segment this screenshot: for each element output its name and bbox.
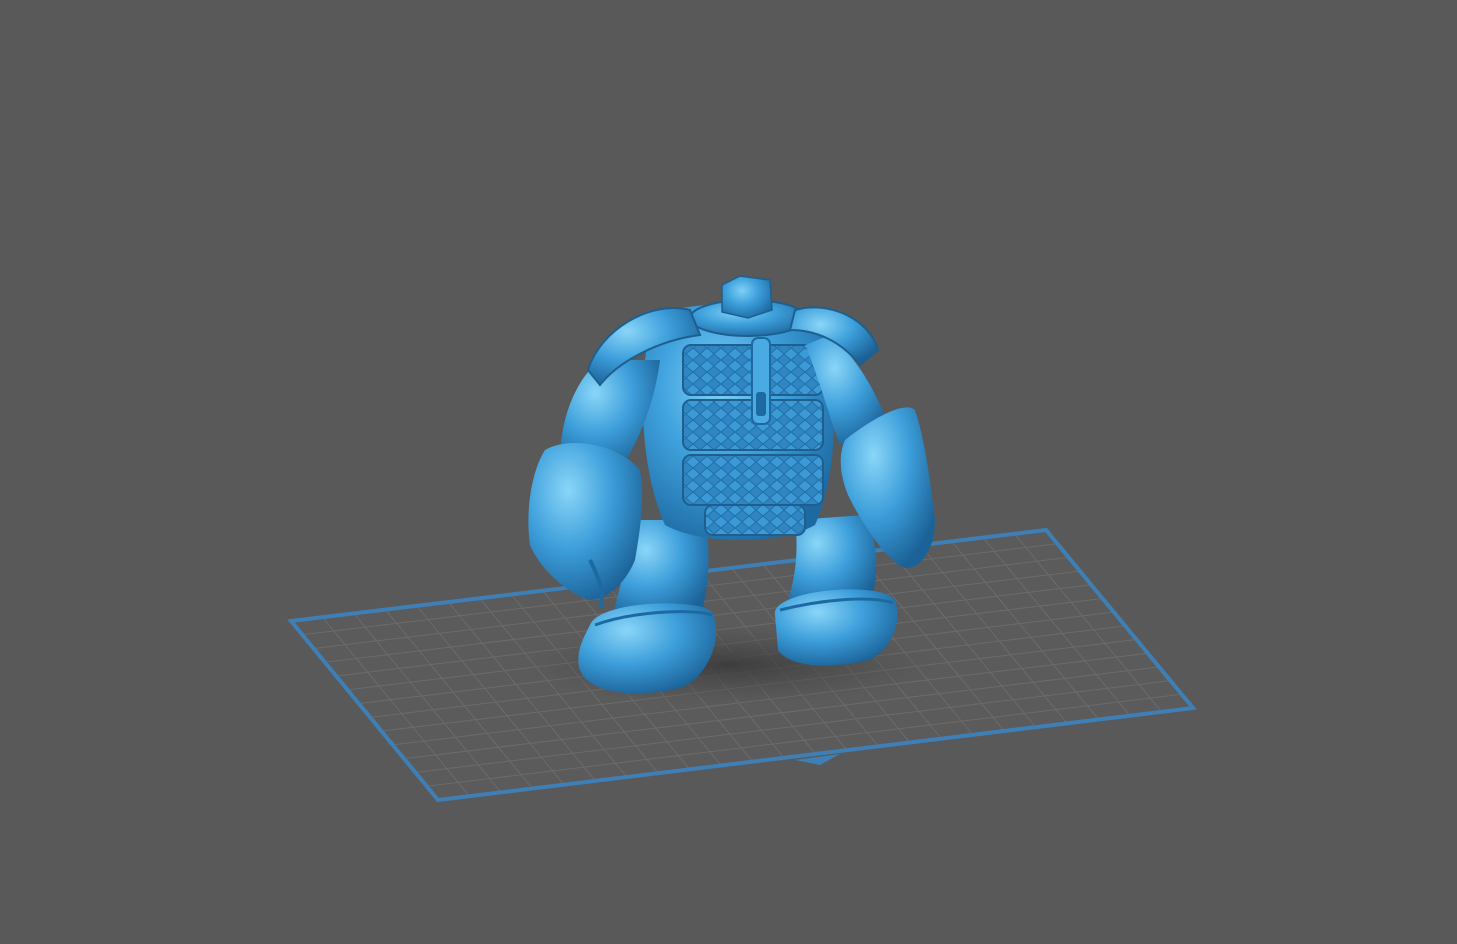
model-neck-peg	[721, 275, 773, 319]
3d-viewport[interactable]	[0, 0, 1457, 944]
3d-scene[interactable]	[0, 0, 1457, 944]
vest-panel-4	[704, 504, 806, 536]
model-left-glove	[528, 442, 643, 600]
vest-panel-3	[682, 454, 824, 506]
